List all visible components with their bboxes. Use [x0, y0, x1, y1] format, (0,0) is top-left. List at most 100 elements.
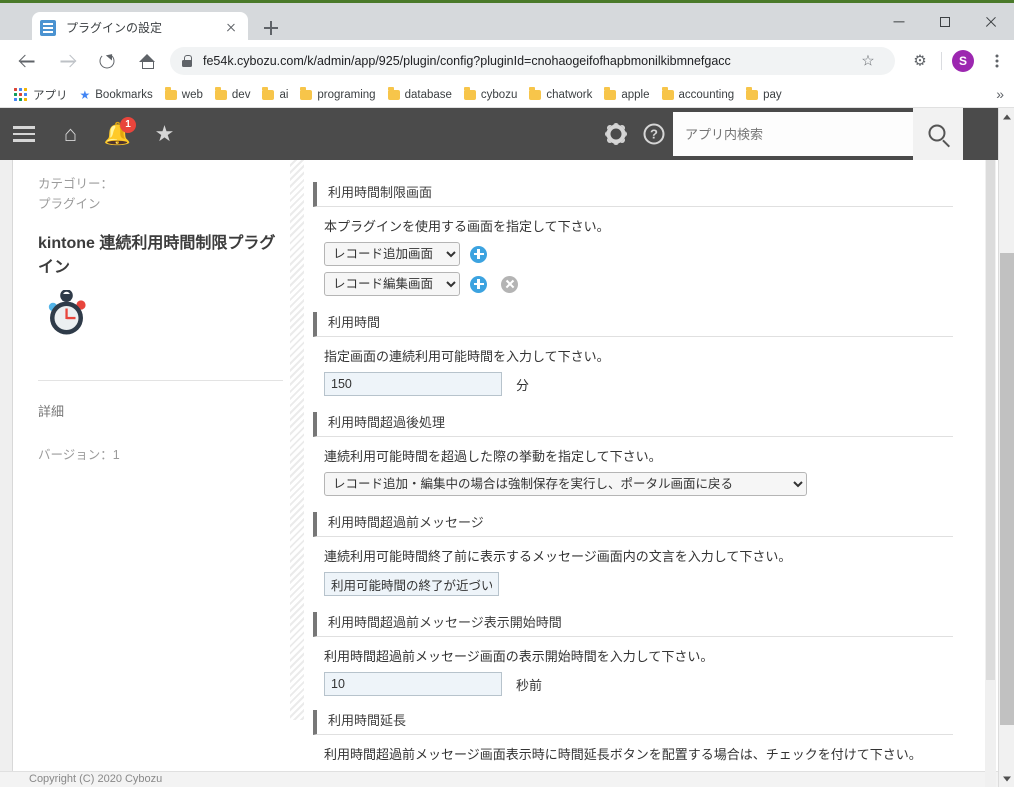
tab-title: プラグインの設定 [66, 21, 163, 35]
delete-circle-icon[interactable] [501, 275, 518, 293]
scrollbar-up-button[interactable] [999, 108, 1014, 125]
profile-button[interactable]: S [946, 44, 980, 78]
window-minimize-button[interactable] [876, 6, 922, 38]
folder-icon [164, 87, 177, 100]
plugin-category-value: プラグイン [38, 197, 101, 211]
copyright-text: Copyright (C) 2020 Cybozu [29, 773, 163, 785]
section-desc-extension: 利用時間超過前メッセージ画面表示時に時間延長ボタンを配置する場合は、チェックを付… [324, 747, 922, 762]
star-outline-glyph: ☆ [861, 52, 875, 70]
section-desc-warning-message: 連続利用可能時間終了前に表示するメッセージ画面内の文言を入力して下さい。 [324, 549, 792, 564]
plugin-version: バージョン：1 [38, 448, 120, 462]
screen-select-2[interactable]: レコード編集画面 [324, 272, 460, 296]
duration-row: 分 [324, 372, 953, 396]
window-controls [876, 6, 1014, 38]
avatar: S [952, 50, 974, 72]
kintone-header: ⌂ 🔔 1 ★ ? [0, 108, 998, 160]
scrollbar-thumb[interactable] [1000, 253, 1014, 725]
new-tab-button[interactable] [258, 17, 284, 39]
browser-tab[interactable]: プラグインの設定 [32, 12, 248, 43]
browser-scrollbar[interactable] [998, 108, 1014, 787]
bookmark-item-accounting[interactable]: accounting [656, 85, 741, 105]
address-bar[interactable]: fe54k.cybozu.com/k/admin/app/925/plugin/… [170, 47, 895, 75]
warning-lead-time-unit: 秒前 [516, 677, 543, 693]
folder-icon [387, 87, 400, 100]
extension-gear-button[interactable]: ⚙ [903, 44, 937, 78]
bookmark-item-web[interactable]: web [159, 85, 209, 105]
notification-badge: 1 [120, 117, 136, 133]
scrollbar-down-button[interactable] [999, 770, 1014, 787]
bookmark-item-apps[interactable]: アプリ [8, 85, 74, 105]
bookmark-label: accounting [678, 88, 735, 101]
app-home-button[interactable]: ⌂ [47, 108, 94, 160]
warning-lead-time-input[interactable] [324, 672, 502, 696]
bookmark-item-programing[interactable]: programing [294, 85, 381, 105]
plugin-detail-link[interactable]: 詳細 [38, 401, 283, 420]
stopwatch-icon [38, 289, 92, 338]
window-close-button[interactable] [968, 6, 1014, 38]
browser-toolbar: fe54k.cybozu.com/k/admin/app/925/plugin/… [0, 40, 1014, 82]
home-icon: ⌂ [63, 121, 78, 146]
bookmark-item-database[interactable]: database [382, 85, 458, 105]
section-desc-warning-lead-time: 利用時間超過前メッセージ画面の表示開始時間を入力して下さい。 [324, 649, 714, 664]
back-button[interactable] [10, 44, 44, 78]
screen-select-1[interactable]: レコード追加画面 [324, 242, 460, 266]
search-button[interactable] [913, 108, 963, 160]
home-button[interactable] [130, 44, 164, 78]
warning-message-input[interactable] [324, 572, 499, 596]
window-maximize-button[interactable] [922, 6, 968, 38]
screen-select-row-1: レコード追加画面 [324, 242, 953, 266]
tab-close-icon[interactable] [222, 19, 240, 37]
bookmark-item-pay[interactable]: pay [740, 85, 788, 105]
star-icon: ★ [154, 121, 175, 146]
bookmark-item-apple[interactable]: apple [598, 85, 655, 105]
app-settings-button[interactable] [597, 108, 635, 160]
star-icon: ★ [79, 87, 91, 102]
kebab-menu-icon [995, 53, 999, 70]
bookmark-label: pay [763, 88, 782, 101]
overflow-action-select[interactable]: レコード追加・編集中の場合は強制保存を実行し、ポータル画面に戻る [324, 472, 807, 496]
bookmark-star-icon[interactable]: ☆ [853, 47, 883, 75]
lock-icon [182, 55, 194, 67]
folder-icon [604, 87, 617, 100]
content-scrollbar-thumb[interactable] [986, 160, 995, 680]
bookmark-item-dev[interactable]: dev [209, 85, 257, 105]
folder-icon [463, 87, 476, 100]
folder-icon [300, 87, 313, 100]
forward-button[interactable] [50, 44, 84, 78]
add-circle-icon[interactable] [470, 245, 487, 263]
settings-form: 利用時間制限画面 本プラグインを使用する画面を指定して下さい。 レコード追加画面… [313, 182, 953, 787]
content-scrollbar[interactable] [985, 160, 996, 787]
app-menu-button[interactable] [0, 108, 47, 160]
hamburger-menu-icon [12, 126, 35, 142]
bookmarks-overflow-button[interactable]: » [996, 86, 1004, 102]
section-title-warning-message: 利用時間超過前メッセージ [313, 512, 953, 537]
folder-icon [746, 87, 759, 100]
bookmark-item-ai[interactable]: ai [256, 85, 294, 105]
bookmark-item-bookmarks[interactable]: ★ Bookmarks [74, 85, 159, 105]
warning-message-row [324, 572, 953, 596]
bookmark-label: ai [279, 88, 289, 101]
page-viewport: ⌂ 🔔 1 ★ ? アプリ内検索 カテゴリー： プラグイン kintone 連続… [0, 108, 998, 787]
app-favorite-button[interactable]: ★ [141, 108, 188, 160]
tab-strip: プラグインの設定 [0, 6, 1014, 43]
gear-icon [606, 124, 626, 144]
plugin-category-label: カテゴリー： [38, 177, 114, 191]
bookmark-item-chatwork[interactable]: chatwork [523, 85, 598, 105]
app-help-button[interactable]: ? [635, 108, 673, 160]
search-input[interactable] [673, 112, 913, 156]
bookmark-label: cybozu [480, 88, 518, 101]
app-notification-button[interactable]: 🔔 1 [94, 108, 141, 160]
section-title-extension: 利用時間延長 [313, 710, 953, 735]
plugin-name: kintone 連続利用時間制限プラグイン [38, 235, 276, 276]
bookmark-label: web [181, 88, 203, 101]
chrome-menu-button[interactable] [980, 44, 1014, 78]
warning-lead-time-row: 秒前 [324, 672, 953, 696]
duration-input[interactable] [324, 372, 502, 396]
search-icon [928, 124, 946, 142]
duration-unit: 分 [516, 377, 530, 393]
reload-button[interactable] [90, 44, 124, 78]
add-circle-icon[interactable] [470, 275, 487, 293]
bookmark-item-cybozu[interactable]: cybozu [458, 85, 523, 105]
bookmarks-bar: アプリ ★ Bookmarks web dev ai programing da… [0, 82, 1014, 108]
section-desc-overflow-action: 連続利用可能時間を超過した際の挙動を指定して下さい。 [324, 449, 662, 464]
